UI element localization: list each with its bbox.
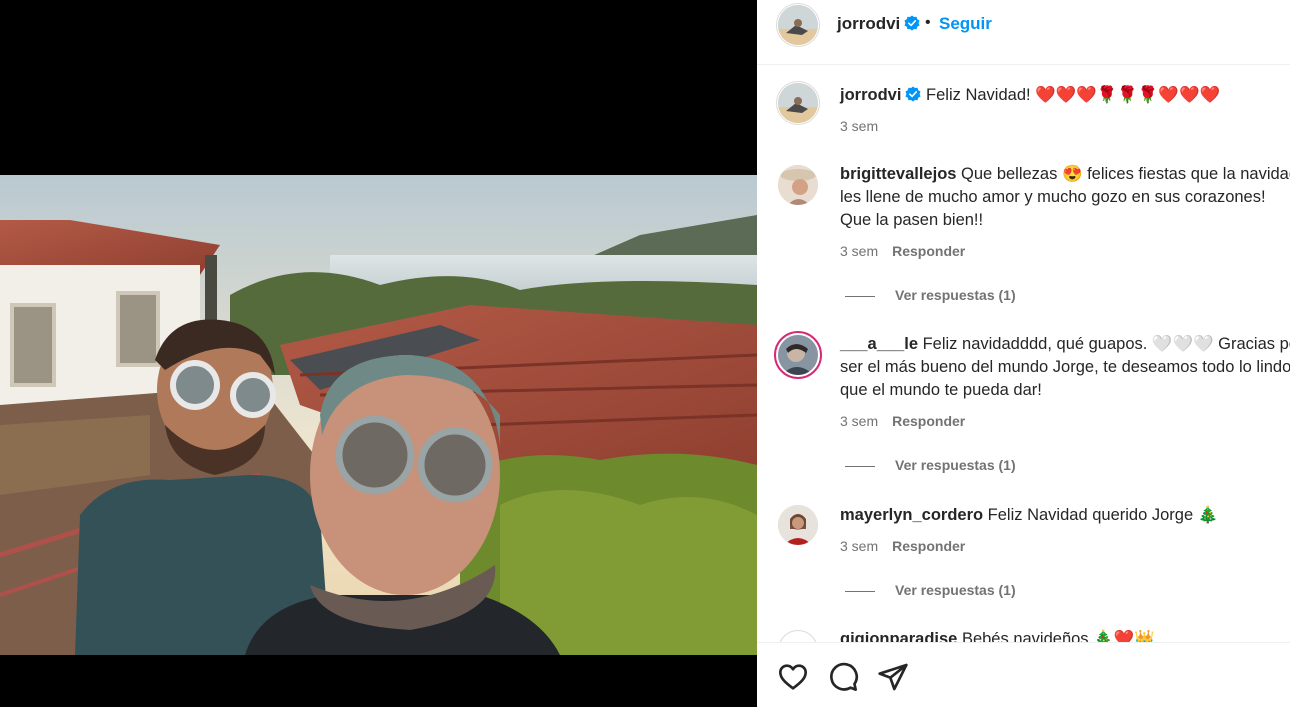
comment-button[interactable] [827,661,859,693]
caption-avatar-image [778,83,818,123]
replies-line [845,590,875,592]
comment-meta: 3 sem Responder [840,413,965,429]
author-username-text[interactable]: jorrodvi [837,14,900,33]
share-button[interactable] [877,661,909,693]
post-photo[interactable] [0,175,757,655]
caption-avatar[interactable] [778,83,818,123]
view-replies-label[interactable]: Ver respuestas (1) [895,457,1016,473]
replies-line [845,465,875,467]
commenter-avatar-image [778,505,818,545]
comment-username[interactable]: ___a___le [840,335,918,353]
post-media [0,0,757,707]
comment-line: les llene de mucho amor y mucho gozo en … [840,188,1266,206]
comment-body: Que bellezas 😍 felices fiestas que la na… [961,165,1290,183]
view-replies-label[interactable]: Ver respuestas (1) [895,582,1016,598]
comment-line: que el mundo te pueda dar! [840,381,1042,399]
view-replies-button[interactable]: Ver respuestas (1) [845,287,1016,303]
replies-line [845,295,875,297]
selfie-photo-illustration [0,175,757,655]
post-side-panel: jorrodvi • Seguir jorrodvi Feliz Navidad… [757,0,1290,707]
comment-icon [830,662,858,691]
action-bar [757,642,1290,707]
comment-meta: 3 sem Responder [840,538,965,554]
reply-button[interactable]: Responder [892,538,965,554]
commenter-avatar[interactable] [778,505,818,545]
comment-username[interactable]: mayerlyn_cordero [840,506,983,524]
send-icon [878,663,908,691]
commenter-avatar[interactable] [778,630,818,642]
comment-body: Feliz Navidad querido Jorge 🎄 [987,506,1219,524]
commenter-avatar[interactable] [778,335,818,375]
commenter-avatar-image [778,335,818,375]
comment-line: ser el más bueno del mundo Jorge, te des… [840,358,1290,376]
reply-button[interactable]: Responder [892,413,965,429]
author-avatar[interactable] [778,5,818,45]
follow-button[interactable]: Seguir [939,14,992,34]
comment-line: Que la pasen bien!! [840,211,984,229]
separator-dot: • [925,14,931,31]
view-replies-button[interactable]: Ver respuestas (1) [845,457,1016,473]
author-username[interactable]: jorrodvi [837,14,920,34]
view-replies-button[interactable]: Ver respuestas (1) [845,582,1016,598]
comment-text: mayerlyn_cordero Feliz Navidad querido J… [840,504,1218,527]
post-header: jorrodvi • Seguir [757,0,1290,65]
heart-icon [779,664,807,690]
comment-text: ___a___le Feliz navidadddd, qué guapos. … [840,333,1290,402]
like-button[interactable] [777,661,809,693]
comment-line: ___a___le Feliz navidadddd, qué guapos. … [840,333,1290,356]
verified-badge-icon [904,15,920,31]
comment-text: gigionparadise Bebés navideños 🎄❤️👑 [840,628,1155,642]
comment-body: Bebés navideños 🎄❤️👑 [961,630,1155,642]
comment-line: brigittevallejos Que bellezas 😍 felices … [840,163,1290,186]
comment-time[interactable]: 3 sem [840,538,878,554]
comment-line: mayerlyn_cordero Feliz Navidad querido J… [840,504,1218,527]
comment-username[interactable]: gigionparadise [840,630,957,642]
view-replies-label[interactable]: Ver respuestas (1) [895,287,1016,303]
comments-list[interactable]: jorrodvi Feliz Navidad! ❤️❤️❤️🌹🌹🌹❤️❤️❤️ … [757,65,1290,642]
comment-text: brigittevallejos Que bellezas 😍 felices … [840,163,1290,232]
author-avatar-image [778,5,818,45]
caption-username[interactable]: jorrodvi [840,86,901,104]
comment-meta: 3 sem Responder [840,243,965,259]
caption-meta: 3 sem [840,118,878,134]
caption-body: Feliz Navidad! ❤️❤️❤️🌹🌹🌹❤️❤️❤️ [926,86,1221,104]
comment-time[interactable]: 3 sem [840,413,878,429]
comment-body: Feliz navidadddd, qué guapos. 🤍🤍🤍 Gracia… [922,335,1290,353]
caption-time[interactable]: 3 sem [840,118,878,134]
caption-text: jorrodvi Feliz Navidad! ❤️❤️❤️🌹🌹🌹❤️❤️❤️ [840,84,1220,107]
commenter-avatar[interactable] [778,165,818,205]
reply-button[interactable]: Responder [892,243,965,259]
comment-username[interactable]: brigittevallejos [840,165,956,183]
commenter-avatar-image [778,165,818,205]
comment-line: gigionparadise Bebés navideños 🎄❤️👑 [840,628,1155,642]
comment-time[interactable]: 3 sem [840,243,878,259]
verified-badge-icon [905,86,921,102]
